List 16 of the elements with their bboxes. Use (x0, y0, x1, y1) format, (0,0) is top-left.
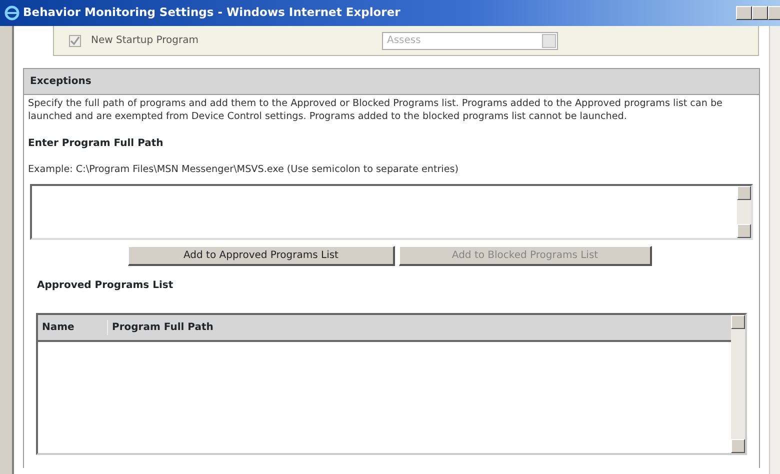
field-label: Enter Program Full Path (27, 137, 164, 151)
browser-logo-icon (4, 5, 20, 21)
list-heading: Approved Programs List (36, 278, 174, 292)
minimize-button[interactable] (736, 6, 752, 20)
column-header: Program Full Path (111, 320, 214, 334)
example-text: Example: C:\Program Files\MSN Messenger\MSVS.exe (Use semicolon to separate entries) (27, 163, 460, 177)
maximize-button[interactable] (752, 6, 768, 20)
add-button[interactable]: Add to Approved Programs List (128, 246, 395, 266)
close-button[interactable] (768, 6, 780, 20)
panel-heading: Exceptions (24, 69, 759, 95)
column-header: Name (38, 320, 108, 334)
path-input-field[interactable] (30, 184, 753, 240)
window-title: Behavior Monitoring Settings - Windows Internet Explorer (23, 4, 400, 22)
description-text: Specify the full path of programs and add them to the Approved or Blocked Programs list. Programs added to the Approved programs list can be launched and are exempted from Device Control settings. Programs added to the blocked programs list cannot be launched. (27, 97, 724, 124)
scrollbar-drawing (737, 186, 751, 238)
row-label: New Startup Program (91, 34, 198, 48)
